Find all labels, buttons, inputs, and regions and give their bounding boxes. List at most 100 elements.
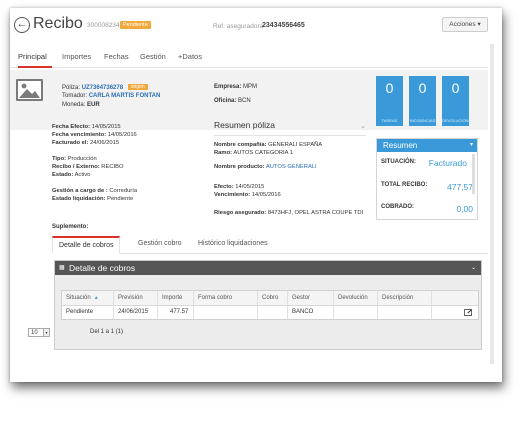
chevron-down-icon: ▾ bbox=[469, 142, 473, 148]
suplemento-label: Suplemento: bbox=[52, 224, 89, 230]
resumen-header[interactable]: Resumen ▾ bbox=[377, 139, 477, 152]
total-recibo-row: TOTAL RECIBO: 477,57 bbox=[381, 182, 475, 192]
tomador-field: Tomador: CARLA MARTIS FONTAN bbox=[62, 93, 160, 99]
poliza-link[interactable]: UZ7364736278 bbox=[82, 85, 123, 91]
moneda-field: Moneda: EUR bbox=[62, 102, 100, 108]
tile-devoluciones[interactable]: 0 DEVOLUCIONES bbox=[442, 76, 474, 126]
tab-mas-datos[interactable]: +Datos bbox=[178, 46, 202, 68]
tile-tareas[interactable]: 0 TAREAS bbox=[376, 76, 403, 126]
chevron-down-icon[interactable]: ⌄ bbox=[471, 261, 476, 275]
oficina-field: Oficina: BCN bbox=[214, 98, 251, 104]
tab-detalle-cobros[interactable]: Detalle de cobros bbox=[52, 236, 121, 254]
tomador-label: Tomador: bbox=[62, 93, 88, 99]
situacion-value: Facturado bbox=[428, 158, 467, 168]
resumen-card: Resumen ▾ SITUACIÓN: Facturado TOTAL REC… bbox=[376, 138, 478, 220]
image-placeholder-icon bbox=[16, 79, 43, 101]
col-devolucion[interactable]: Devolución bbox=[334, 291, 378, 305]
ramo-value: AUTOS CATEGORIA 1 bbox=[233, 150, 294, 156]
insurer-ref-value: 23434556465 bbox=[262, 22, 305, 29]
fecha-efecto-value: 14/05/2015 bbox=[91, 124, 121, 130]
cobrado-row: COBRADO: 0,00 bbox=[381, 204, 475, 214]
col-prevision[interactable]: Previsión bbox=[114, 291, 158, 305]
poliza-efecto-label: Efecto: bbox=[214, 184, 234, 190]
nombre-compania: Nombre compañía: GENERALI ESPAÑA bbox=[214, 142, 322, 148]
poliza-efecto-value: 14/05/2015 bbox=[235, 184, 265, 190]
tile-tareas-count: 0 bbox=[385, 80, 394, 96]
page-title: Recibo bbox=[33, 15, 83, 32]
chevron-down-icon: ▾ bbox=[43, 329, 49, 336]
facturado-value: 24/06/2015 bbox=[90, 140, 120, 146]
ramo-label: Ramo: bbox=[214, 150, 233, 156]
actions-button[interactable]: Acciones ▾ bbox=[442, 17, 488, 32]
oficina-value: BCN bbox=[238, 98, 251, 104]
cell-actions bbox=[432, 306, 480, 319]
cobrado-label: COBRADO: bbox=[381, 204, 414, 210]
col-descripcion[interactable]: Descripción bbox=[378, 291, 432, 305]
moneda-label: Moneda: bbox=[62, 102, 86, 108]
tab-importes[interactable]: Importes bbox=[62, 46, 91, 68]
cobros-panel: ▦ Detalle de cobros ⌄ Situación ▲ Previsi… bbox=[54, 260, 482, 350]
tab-principal[interactable]: Principal bbox=[18, 46, 52, 68]
col-actions bbox=[432, 291, 480, 305]
cell-cobro bbox=[258, 306, 288, 319]
tipo-value: Producción bbox=[67, 156, 97, 162]
compania-label: Nombre compañía: bbox=[214, 142, 267, 148]
tile-devoluciones-count: 0 bbox=[451, 80, 460, 96]
gestion-label: Gestión a cargo de : bbox=[52, 188, 108, 194]
status-badge: Pendiente bbox=[120, 21, 151, 29]
facturado-label: Facturado el: bbox=[52, 140, 89, 146]
tab-fechas[interactable]: Fechas bbox=[104, 46, 129, 68]
col-cobro[interactable]: Cobro bbox=[258, 291, 288, 305]
resumen-scrollbar[interactable] bbox=[472, 154, 475, 194]
cobros-panel-header: ▦ Detalle de cobros ⌄ bbox=[55, 261, 481, 275]
tab-gestion-cobro[interactable]: Gestión cobro bbox=[132, 236, 188, 254]
poliza-vencimiento-value: 14/05/2016 bbox=[251, 192, 281, 198]
page-scrollbar[interactable] bbox=[490, 44, 494, 364]
page-size-value: 10 bbox=[31, 330, 38, 336]
fecha-vencimiento-value: 14/05/2016 bbox=[107, 132, 137, 138]
liquidacion-label: Estado liquidación: bbox=[52, 196, 106, 202]
resumen-poliza-title: Resumen póliza bbox=[214, 120, 275, 130]
tomador-link[interactable]: CARLA MARTIS FONTAN bbox=[89, 93, 161, 99]
tab-historico-liquidaciones[interactable]: Histórico liquidaciones bbox=[192, 236, 274, 254]
tile-incidencias-count: 0 bbox=[418, 80, 427, 96]
chevron-down-icon: ⌄ bbox=[360, 123, 366, 130]
recibo-externo: Recibo / Externo: RECIBO bbox=[52, 164, 124, 170]
tile-incidencias[interactable]: 0 INCIDENCIAS bbox=[409, 76, 436, 126]
tab-gestion[interactable]: Gestión bbox=[140, 46, 166, 68]
tipo-label: Tipo: bbox=[52, 156, 67, 162]
resumen-poliza-header[interactable]: Resumen póliza ⌄ bbox=[214, 120, 366, 136]
empresa-value: MPM bbox=[243, 84, 258, 90]
tile-tareas-caption: TAREAS bbox=[381, 118, 398, 123]
actions-label: Acciones bbox=[449, 21, 476, 28]
moneda-value: EUR bbox=[87, 102, 100, 108]
col-situacion[interactable]: Situación ▲ bbox=[62, 291, 114, 305]
cell-gestor: BANCO bbox=[288, 306, 334, 319]
poliza-vencimiento: Vencimiento: 14/05/2016 bbox=[214, 192, 281, 198]
table-row[interactable]: Pendiente 24/06/2015 477.57 BANCO bbox=[62, 306, 478, 319]
sort-asc-icon: ▲ bbox=[93, 295, 99, 301]
cell-descripcion bbox=[378, 306, 432, 319]
producto-link[interactable]: AUTOS GENERALI bbox=[266, 164, 317, 170]
back-arrow-icon[interactable]: ← bbox=[14, 17, 30, 33]
situacion-row: SITUACIÓN: Facturado bbox=[381, 158, 475, 168]
oficina-label: Oficina: bbox=[214, 98, 237, 104]
origin-badge: origen bbox=[127, 84, 148, 90]
cell-forma-cobro bbox=[194, 306, 258, 319]
tile-devoluciones-caption: DEVOLUCIONES bbox=[442, 118, 474, 123]
empresa-label: Empresa: bbox=[214, 84, 242, 90]
riesgo-asegurado: Riesgo asegurado: 8473HFJ, OPEL ASTRA CO… bbox=[214, 210, 363, 216]
situacion-label: SITUACIÓN: bbox=[381, 159, 416, 165]
edit-icon[interactable] bbox=[464, 309, 472, 316]
col-importe[interactable]: Importe bbox=[158, 291, 194, 305]
col-gestor[interactable]: Gestor bbox=[288, 291, 334, 305]
cell-importe: 477.57 bbox=[158, 306, 194, 319]
grid-icon: ▦ bbox=[59, 265, 65, 271]
nombre-producto: Nombre producto: AUTOS GENERALI bbox=[214, 164, 317, 170]
col-forma-cobro[interactable]: Forma cobro bbox=[194, 291, 258, 305]
fecha-efecto: Fecha Efecto: 14/05/2015 bbox=[52, 124, 121, 130]
page-size-select[interactable]: 10 ▾ bbox=[28, 328, 50, 337]
app-window: ← Recibo 3000082346 Pendiente Ref. asegu… bbox=[10, 8, 502, 382]
liquidacion-value: Pendiente bbox=[107, 196, 134, 202]
estado-label: Estado: bbox=[52, 172, 74, 178]
